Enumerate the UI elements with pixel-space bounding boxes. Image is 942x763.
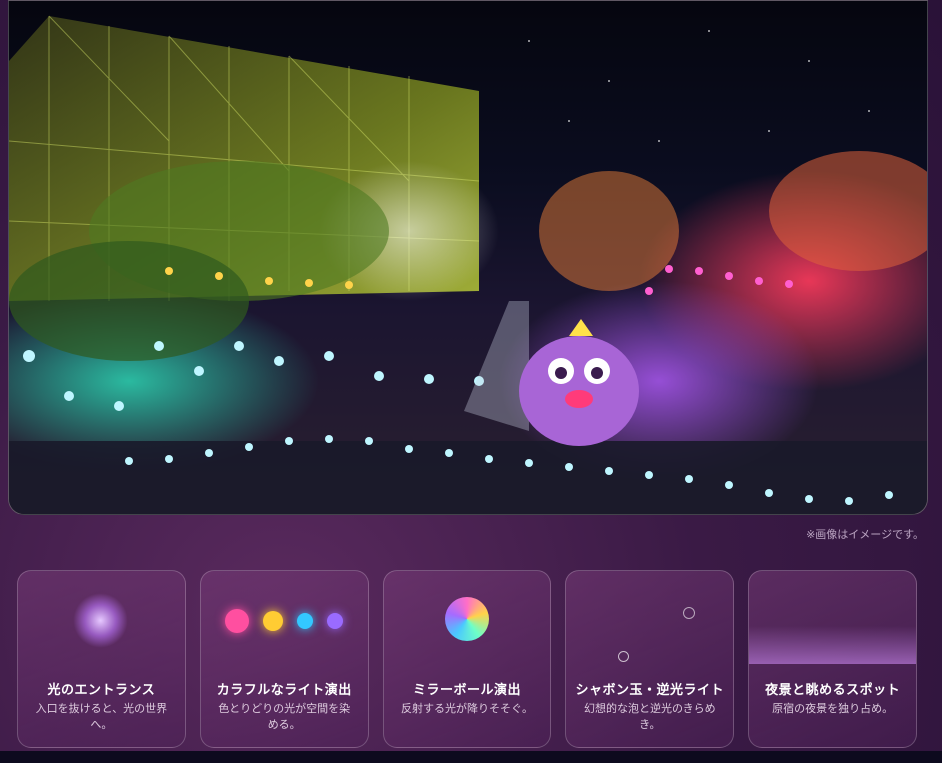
yellow-dot [263,611,284,631]
bubble-icon [618,651,630,662]
night-illumination-scene [9,15,927,514]
feature-card-mirror-ball[interactable]: ミラーボール演出 反射する光が降りそそぐ。 [382,570,552,748]
card-title: 光のエントランス [47,683,156,698]
feature-card-colorful-lights[interactable]: カラフルなライト演出 色とりどりの光が空間を染める。 [199,570,369,748]
card-title: ミラーボール演出 [412,683,521,698]
feature-cards: 光のエントランス 入口を抜けると、光の世界へ。 カラフルなライト演出 色とりどり… [17,570,917,748]
feature-card-night-view[interactable]: 夜景と眺めるスポット 原宿の夜景を独り占め。 [748,570,917,748]
card-desc: 入口を抜けると、光の世界へ。 [35,702,168,731]
night-view-visual [749,571,916,671]
card-title: カラフルなライト演出 [216,683,352,698]
card-desc: 幻想的な泡と逆光のきらめき。 [583,702,716,731]
purple-dot [327,613,344,629]
card-title: 夜景と眺めるスポット [765,683,901,698]
mirror-ball-icon [444,597,489,641]
entrance-glow-visual [18,571,185,671]
hero-image [8,0,928,515]
feature-card-bubbles[interactable]: シャボン玉・逆光ライト 幻想的な泡と逆光のきらめき。 [565,570,735,748]
card-desc: 反射する光が降りそそぐ。 [400,702,533,715]
card-desc: 色とりどりの光が空間を染める。 [218,702,351,731]
pink-dot [225,609,250,633]
blue-dot [297,613,314,629]
feature-card-entrance[interactable]: 光のエントランス 入口を抜けると、光の世界へ。 [17,570,186,748]
colorful-dots-visual [201,571,368,671]
mirror-ball-visual [384,571,551,671]
image-disclaimer: ※画像はイメージです。 [806,528,924,541]
bubbles-visual [566,571,733,671]
bubble-icon [683,607,696,619]
bottom-bar [0,751,942,763]
card-title: シャボン玉・逆光ライト [575,683,725,698]
card-desc: 原宿の夜景を独り占め。 [772,702,894,715]
